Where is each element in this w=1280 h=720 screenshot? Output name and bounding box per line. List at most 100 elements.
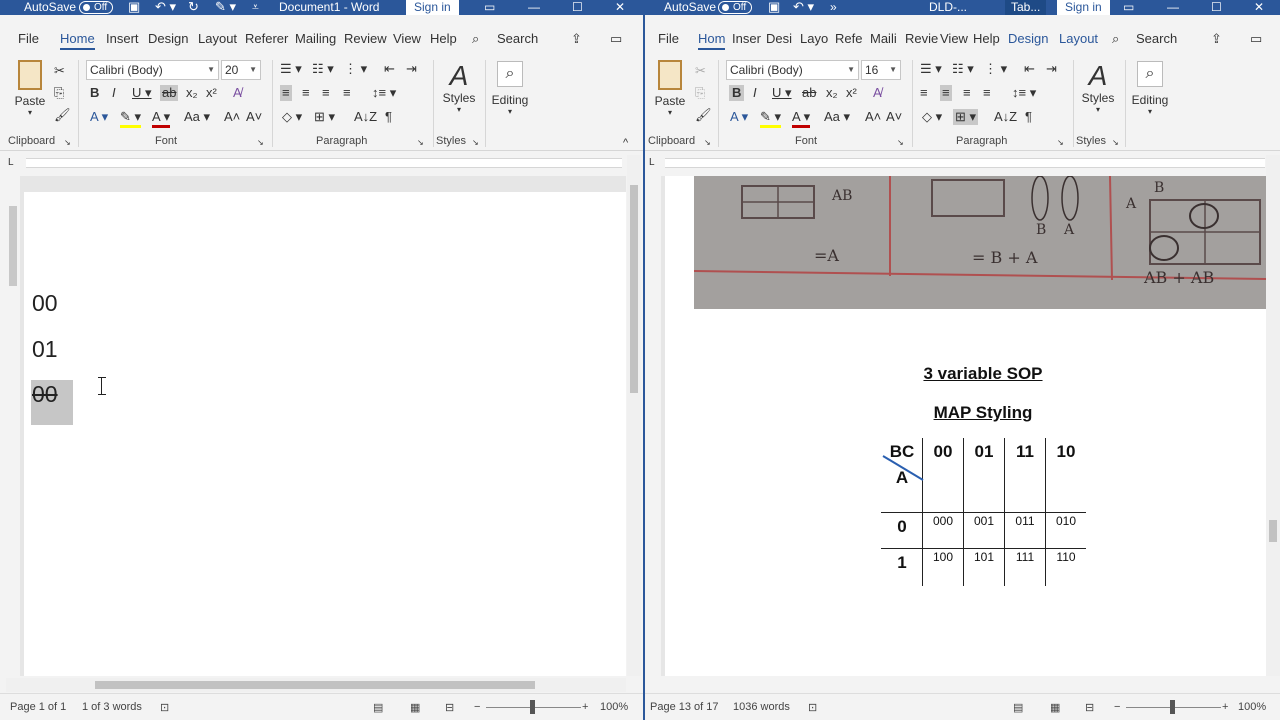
tab-layout[interactable]: Layout bbox=[198, 25, 237, 53]
launcher-icon[interactable]: ↘ bbox=[704, 135, 711, 151]
sign-in-button[interactable]: Sign in bbox=[406, 0, 459, 15]
scroll-thumb[interactable] bbox=[1269, 520, 1277, 542]
tab-view[interactable]: View bbox=[393, 25, 421, 53]
clear-formatting-icon[interactable]: A̸ bbox=[873, 85, 882, 101]
search-box[interactable]: Search bbox=[497, 25, 538, 53]
highlight-icon[interactable]: ✎ ▾ bbox=[120, 109, 142, 128]
more-icon[interactable]: » bbox=[830, 0, 837, 14]
kmap-subtitle[interactable]: MAP Styling bbox=[880, 403, 1086, 423]
tab-selector-icon[interactable]: L bbox=[649, 155, 655, 171]
styles-button[interactable]: A Styles ▾ bbox=[440, 61, 478, 115]
paste-button[interactable]: Paste ▾ bbox=[654, 60, 686, 117]
tab-help[interactable]: Help bbox=[973, 25, 1000, 53]
comments-icon[interactable]: ▭ bbox=[1250, 25, 1262, 53]
tab-references[interactable]: Referer bbox=[245, 25, 288, 53]
save-icon[interactable]: ▣ bbox=[768, 0, 780, 14]
editing-button[interactable]: ⌕ Editing ▾ bbox=[1130, 61, 1170, 116]
sort-icon[interactable]: A↓Z bbox=[354, 109, 377, 125]
borders-icon[interactable]: ⊞ ▾ bbox=[953, 109, 979, 125]
kmap-cell[interactable]: 100 bbox=[923, 550, 963, 564]
maximize-icon[interactable]: ☐ bbox=[1211, 0, 1222, 14]
share-icon[interactable]: ⇪ bbox=[1211, 25, 1222, 53]
kmap-cell[interactable]: 011 bbox=[1005, 514, 1045, 528]
subscript-icon[interactable]: x₂ bbox=[186, 85, 198, 101]
search-icon[interactable]: ⌕ bbox=[472, 25, 479, 53]
ribbon-display-icon[interactable]: ▭ bbox=[1123, 0, 1134, 14]
horizontal-scrollbar[interactable] bbox=[6, 678, 626, 692]
kmap-cell[interactable]: 000 bbox=[923, 514, 963, 528]
shading-icon[interactable]: ◇ ▾ bbox=[922, 109, 942, 125]
minimize-icon[interactable]: — bbox=[1167, 0, 1179, 14]
zoom-level[interactable]: 100% bbox=[600, 701, 628, 713]
launcher-icon[interactable]: ↘ bbox=[257, 135, 264, 151]
numbering-icon[interactable]: ☷ ▾ bbox=[312, 61, 334, 77]
italic-icon[interactable]: I bbox=[112, 85, 116, 101]
sort-icon[interactable]: A↓Z bbox=[994, 109, 1017, 125]
shading-icon[interactable]: ◇ ▾ bbox=[282, 109, 302, 125]
sign-in-button[interactable]: Sign in bbox=[1057, 0, 1110, 15]
launcher-icon[interactable]: ↘ bbox=[472, 135, 479, 151]
shrink-font-icon[interactable]: A˅ bbox=[886, 109, 902, 125]
launcher-icon[interactable]: ↘ bbox=[64, 135, 71, 151]
strikethrough-icon[interactable]: ab bbox=[160, 85, 179, 101]
print-layout-icon[interactable]: ▦ bbox=[410, 701, 420, 714]
font-name-combo[interactable]: Calibri (Body) ▼ bbox=[726, 60, 859, 80]
zoom-out-icon[interactable]: − bbox=[1114, 701, 1120, 713]
align-left-icon[interactable]: ≡ bbox=[920, 85, 928, 101]
editing-button[interactable]: ⌕ Editing ▾ bbox=[490, 61, 530, 116]
zoom-in-icon[interactable]: + bbox=[1222, 701, 1228, 713]
tab-home[interactable]: Hom bbox=[698, 25, 726, 53]
borders-icon[interactable]: ⊞ ▾ bbox=[314, 109, 335, 125]
tab-file[interactable]: File bbox=[658, 25, 679, 53]
tab-insert[interactable]: Insert bbox=[106, 25, 139, 53]
kmap-cell[interactable]: 110 bbox=[1046, 550, 1086, 564]
underline-icon[interactable]: U ▾ bbox=[132, 85, 152, 101]
format-painter-icon[interactable]: 🖌 bbox=[695, 107, 712, 123]
vertical-scrollbar[interactable] bbox=[1266, 155, 1280, 676]
minimize-icon[interactable]: — bbox=[528, 0, 540, 14]
autosave-toggle[interactable]: Off bbox=[79, 1, 113, 14]
highlight-icon[interactable]: ✎ ▾ bbox=[760, 109, 782, 128]
undo-icon[interactable]: ↶ ▾ bbox=[793, 0, 814, 14]
tab-table-layout[interactable]: Layout bbox=[1059, 25, 1098, 53]
close-icon[interactable]: ✕ bbox=[1254, 0, 1264, 14]
justify-icon[interactable]: ≡ bbox=[343, 85, 351, 101]
tab-mailings[interactable]: Mailing bbox=[295, 25, 336, 53]
doc-line-2[interactable]: 01 bbox=[32, 336, 58, 363]
web-layout-icon[interactable]: ⊟ bbox=[445, 701, 454, 714]
multilevel-list-icon[interactable]: ⋮ ▾ bbox=[344, 61, 367, 77]
read-mode-icon[interactable]: ▤ bbox=[1013, 701, 1023, 714]
font-name-combo[interactable]: Calibri (Body) ▼ bbox=[86, 60, 219, 80]
scroll-thumb[interactable] bbox=[630, 185, 638, 393]
launcher-icon[interactable]: ↘ bbox=[897, 135, 904, 151]
document-canvas[interactable] bbox=[20, 176, 626, 676]
maximize-icon[interactable]: ☐ bbox=[572, 0, 583, 14]
proofing-icon[interactable]: ⊡ bbox=[808, 701, 817, 714]
page-count[interactable]: Page 1 of 1 bbox=[10, 701, 66, 713]
zoom-out-icon[interactable]: − bbox=[474, 701, 480, 713]
kmap-cell[interactable]: 001 bbox=[964, 514, 1004, 528]
clear-formatting-icon[interactable]: A̸ bbox=[233, 85, 242, 101]
superscript-icon[interactable]: x² bbox=[846, 85, 857, 101]
web-layout-icon[interactable]: ⊟ bbox=[1085, 701, 1094, 714]
tab-insert[interactable]: Inser bbox=[732, 25, 761, 53]
align-right-icon[interactable]: ≡ bbox=[322, 85, 330, 101]
tab-references[interactable]: Refe bbox=[835, 25, 862, 53]
align-center-icon[interactable]: ≡ bbox=[940, 85, 952, 101]
tab-review[interactable]: Review bbox=[344, 25, 387, 53]
show-marks-icon[interactable]: ¶ bbox=[1025, 109, 1032, 125]
align-right-icon[interactable]: ≡ bbox=[963, 85, 971, 101]
styles-button[interactable]: A Styles ▾ bbox=[1079, 61, 1117, 115]
doc-line-1[interactable]: 00 bbox=[32, 290, 58, 317]
line-spacing-icon[interactable]: ↕≡ ▾ bbox=[372, 85, 396, 101]
collapse-ribbon-icon[interactable]: ^ bbox=[623, 135, 628, 151]
change-case-icon[interactable]: Aa ▾ bbox=[184, 109, 210, 125]
share-icon[interactable]: ⇪ bbox=[571, 25, 582, 53]
customize-qat-icon[interactable]: ⩡ bbox=[252, 0, 259, 14]
page-count[interactable]: Page 13 of 17 bbox=[650, 701, 719, 713]
subscript-icon[interactable]: x₂ bbox=[826, 85, 838, 101]
bold-icon[interactable]: B bbox=[90, 85, 99, 101]
copy-icon[interactable]: ⎘ bbox=[54, 85, 64, 101]
show-marks-icon[interactable]: ¶ bbox=[385, 109, 392, 125]
tab-review[interactable]: Revie bbox=[905, 25, 938, 53]
